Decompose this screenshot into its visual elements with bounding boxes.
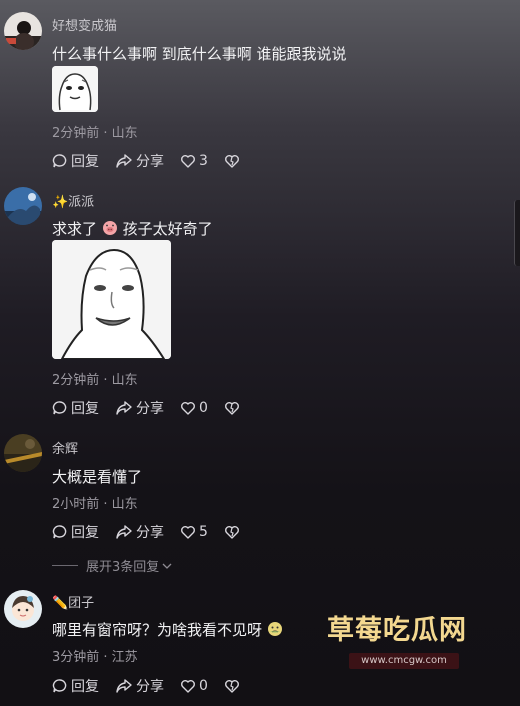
reply-icon	[52, 154, 67, 168]
like-count: 0	[199, 678, 208, 694]
share-button[interactable]: 分享	[115, 398, 164, 418]
reply-label: 回复	[71, 525, 99, 541]
chevron-down-icon	[162, 563, 172, 569]
reply-icon	[52, 679, 67, 693]
comment-meta: 2小时前 · 山东	[52, 497, 138, 512]
reply-label: 回复	[71, 154, 99, 170]
expand-replies-button[interactable]: 展开3条回复	[52, 556, 173, 575]
reply-button[interactable]: 回复	[52, 522, 99, 542]
reply-icon	[52, 401, 67, 415]
broken-heart-icon	[224, 680, 239, 693]
broken-heart-icon	[224, 526, 239, 539]
divider	[52, 565, 78, 566]
comment-actions: 回复 分享 0	[52, 676, 259, 696]
comment-meta: 3分钟前 · 江苏	[52, 650, 138, 665]
broken-heart-icon	[224, 402, 239, 415]
like-count: 3	[199, 153, 208, 169]
like-count: 5	[199, 524, 208, 540]
dislike-button[interactable]	[224, 524, 243, 540]
like-button[interactable]: 3	[180, 153, 208, 169]
comment-text: 哪里有窗帘呀？为啥我看不见呀	[52, 619, 283, 640]
comment-text-content: 哪里有窗帘呀？为啥我看不见呀	[52, 621, 263, 639]
heart-icon	[181, 680, 195, 693]
username[interactable]: ✏️团子	[52, 592, 94, 611]
dislike-button[interactable]	[224, 153, 243, 169]
share-button[interactable]: 分享	[115, 522, 164, 542]
reply-button[interactable]: 回复	[52, 398, 99, 418]
pig-emoji-icon	[102, 221, 117, 235]
broken-heart-icon	[224, 155, 239, 168]
share-label: 分享	[136, 679, 164, 695]
share-icon	[116, 401, 132, 415]
comment-text: 求求了 孩子太好奇了	[52, 218, 213, 239]
like-button[interactable]: 0	[180, 678, 208, 694]
reply-button[interactable]: 回复	[52, 676, 99, 696]
comment-actions: 回复 分享 0	[52, 398, 259, 418]
heart-icon	[181, 526, 195, 539]
comment-text-part1: 求求了	[52, 220, 98, 238]
dislike-button[interactable]	[224, 400, 243, 416]
share-icon	[116, 154, 132, 168]
sticker-image[interactable]	[52, 66, 98, 112]
like-button[interactable]: 0	[180, 400, 208, 416]
comment-actions: 回复 分享 5	[52, 522, 259, 542]
avatar[interactable]	[4, 590, 42, 628]
watermark-title: 草莓吃瓜网	[327, 615, 467, 646]
sick-face-emoji-icon	[267, 622, 282, 636]
reply-button[interactable]: 回复	[52, 151, 99, 171]
username[interactable]: ✨派派	[52, 191, 94, 210]
share-button[interactable]: 分享	[115, 676, 164, 696]
scrollbar[interactable]	[514, 200, 520, 266]
comment-meta: 2分钟前 · 山东	[52, 126, 138, 141]
username[interactable]: 好想变成猫	[52, 15, 117, 34]
dislike-button[interactable]	[224, 678, 243, 694]
share-button[interactable]: 分享	[115, 151, 164, 171]
share-icon	[116, 679, 132, 693]
share-label: 分享	[136, 401, 164, 417]
comment-meta: 2分钟前 · 山东	[52, 373, 138, 388]
comment-text-part2: 孩子太好奇了	[122, 220, 213, 238]
share-label: 分享	[136, 525, 164, 541]
reply-icon	[52, 525, 67, 539]
username[interactable]: 余辉	[52, 438, 78, 457]
watermark: 草莓吃瓜网 www.cmcgw.com	[327, 608, 483, 669]
comment-text: 什么事什么事啊 到底什么事啊 谁能跟我说说	[52, 45, 347, 63]
avatar[interactable]	[4, 12, 42, 50]
reply-label: 回复	[71, 679, 99, 695]
share-icon	[116, 525, 132, 539]
like-button[interactable]: 5	[180, 524, 208, 540]
comment-actions: 回复 分享 3	[52, 151, 259, 171]
heart-icon	[181, 402, 195, 415]
share-label: 分享	[136, 154, 164, 170]
comment-text: 大概是看懂了	[52, 468, 143, 486]
heart-icon	[181, 155, 195, 168]
avatar[interactable]	[4, 434, 42, 472]
reply-label: 回复	[71, 401, 99, 417]
sticker-image[interactable]	[52, 240, 171, 359]
expand-replies-label: 展开3条回复	[86, 560, 160, 575]
avatar[interactable]	[4, 187, 42, 225]
watermark-url: www.cmcgw.com	[349, 653, 459, 669]
like-count: 0	[199, 400, 208, 416]
